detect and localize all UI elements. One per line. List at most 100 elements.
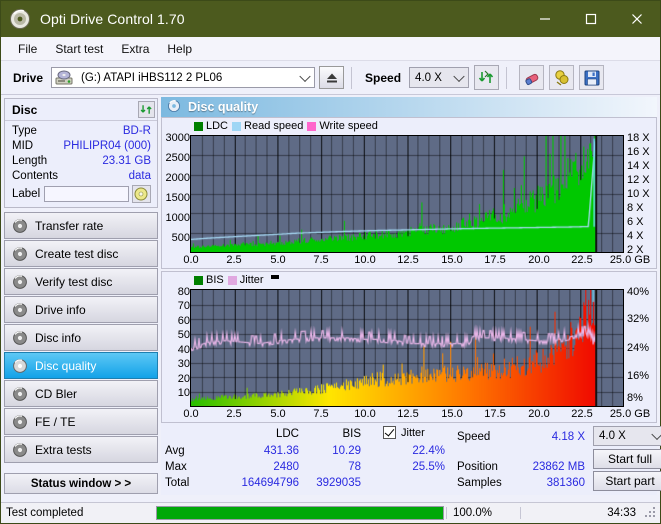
sidebar-item-drive-info[interactable]: Drive info xyxy=(4,296,158,323)
menu-file[interactable]: File xyxy=(9,39,46,59)
app-disc-icon xyxy=(9,8,31,30)
chart-bis-xtick-4: 10.0 xyxy=(354,408,376,420)
chart-bis-ytick-50: 50 xyxy=(177,329,190,341)
jitter-checkbox-wrap[interactable]: Jitter xyxy=(383,426,425,439)
content-area: Disc Type BD-R MID PHILIPR04 (000) Lengt… xyxy=(1,95,661,495)
chart-bis-xtick-3: 7.5 xyxy=(313,408,329,420)
chart-ldc-plot xyxy=(190,135,624,253)
sidebar-label: Create test disc xyxy=(35,246,119,261)
legend-write-speed: Write speed xyxy=(307,120,378,132)
stats-samples-value: 381360 xyxy=(546,477,585,489)
disc-value-mid: PHILIPR04 (000) xyxy=(63,139,151,152)
disc-icon xyxy=(12,330,28,346)
stats-row-key-total: Total xyxy=(165,477,190,489)
menu-start-test[interactable]: Start test xyxy=(46,39,112,59)
bulb-button[interactable] xyxy=(549,65,575,90)
disc-value-contents: data xyxy=(128,169,151,182)
disc-row-mid: MID PHILIPR04 (000) xyxy=(12,138,151,153)
stats-max-jitter: 25.5% xyxy=(412,461,445,473)
sidebar-item-transfer-rate[interactable]: Transfer rate xyxy=(4,212,158,239)
sidebar-label: Drive info xyxy=(35,302,86,317)
progress-bar xyxy=(156,506,444,520)
start-part-button[interactable]: Start part xyxy=(593,471,661,491)
disc-key-length: Length xyxy=(12,154,48,167)
status-window-button[interactable]: Status window > > xyxy=(4,473,158,494)
sidebar-item-cd-bler[interactable]: CD Bler xyxy=(4,380,158,407)
legend-marker-icon xyxy=(270,274,279,279)
maximize-button[interactable] xyxy=(568,1,614,37)
chart-ldc: LDC Read speed Write speed 3000 2500 200… xyxy=(161,117,657,269)
sidebar-item-disc-info[interactable]: Disc info xyxy=(4,324,158,351)
sidebar-label: FE / TE xyxy=(35,414,76,429)
chart-bis-xtick-7: 17.5 xyxy=(484,408,506,420)
sidebar-item-disc-quality[interactable]: Disc quality xyxy=(4,352,158,379)
chart-bis-y2tick-16: 16% xyxy=(627,370,650,382)
chart-ldc-y2tick-4x: 4 X xyxy=(627,230,644,242)
status-text: Test completed xyxy=(6,507,84,519)
sidebar-item-fe-te[interactable]: FE / TE xyxy=(4,408,158,435)
stats-max-ldc: 2480 xyxy=(273,461,299,473)
legend-bis: BIS xyxy=(194,274,224,286)
refresh-button[interactable] xyxy=(474,65,500,90)
stats-position-label: Position xyxy=(457,461,498,473)
eject-button[interactable] xyxy=(319,66,345,89)
disc-label-input[interactable] xyxy=(43,185,129,202)
disc-label-row: Label xyxy=(12,184,151,203)
disc-refresh-button[interactable] xyxy=(138,101,155,118)
stats-avg-ldc: 431.36 xyxy=(263,445,299,457)
chart-bis-xtick-0: 0.0 xyxy=(183,408,199,420)
disc-key-mid: MID xyxy=(12,139,34,152)
chart-bis-xtick-1: 2.5 xyxy=(226,408,242,420)
toolbar: Drive (G:) ATAPI iHBS112 2 PL06 Speed 4.… xyxy=(1,61,660,95)
sidebar-label: Disc quality xyxy=(35,358,97,373)
chart-ldc-ytick-1500: 1500 xyxy=(165,192,190,204)
sidebar-label: Verify test disc xyxy=(35,274,113,289)
close-button[interactable] xyxy=(614,1,660,37)
disc-key-contents: Contents xyxy=(12,169,59,182)
stats-speed-select[interactable]: 4.0 X xyxy=(593,426,661,446)
disc-label-disc-button[interactable] xyxy=(131,184,151,203)
chart-ldc-xtick-5: 12.5 xyxy=(397,254,419,266)
disc-value-type: BD-R xyxy=(122,124,151,137)
sidebar-item-extra-tests[interactable]: Extra tests xyxy=(4,436,158,463)
stats-total-bis: 3929035 xyxy=(316,477,361,489)
menu-help[interactable]: Help xyxy=(158,39,201,59)
chart-bis-plot xyxy=(190,289,624,407)
sidebar-item-create-test-disc[interactable]: Create test disc xyxy=(4,240,158,267)
sidebar-item-verify-test-disc[interactable]: Verify test disc xyxy=(4,268,158,295)
chart-bis-xtick-8: 20.0 xyxy=(528,408,550,420)
jitter-checkbox[interactable] xyxy=(383,426,396,439)
disc-icon xyxy=(12,218,28,234)
resize-grip[interactable] xyxy=(644,506,658,520)
eraser-button[interactable] xyxy=(519,65,545,90)
chart-bis-ytick-30: 30 xyxy=(177,358,190,370)
legend-swatch-ldc xyxy=(194,121,203,131)
minimize-button[interactable] xyxy=(522,1,568,37)
stats-header-bis: BIS xyxy=(342,428,361,440)
disc-icon xyxy=(167,99,181,116)
chart-ldc-legend: LDC Read speed Write speed xyxy=(194,120,378,132)
disc-key-type: Type xyxy=(12,124,37,137)
chart-ldc-xtick-1: 2.5 xyxy=(226,254,242,266)
save-button[interactable] xyxy=(579,65,605,90)
legend-read-speed: Read speed xyxy=(232,120,303,132)
stats-avg-bis: 10.29 xyxy=(332,445,361,457)
speed-value: 4.0 X xyxy=(415,71,442,84)
speed-select[interactable]: 4.0 X xyxy=(409,67,470,88)
stats-panel: LDC BIS Jitter Avg 431.36 10.29 22.4% Ma… xyxy=(161,423,661,495)
stats-row-key-avg: Avg xyxy=(165,445,185,457)
menu-extra[interactable]: Extra xyxy=(112,39,158,59)
stats-avg-jitter: 22.4% xyxy=(412,445,445,457)
disc-icon xyxy=(12,274,28,290)
legend-jitter: Jitter xyxy=(227,274,264,286)
toolbar-divider-2 xyxy=(506,66,508,89)
chart-ldc-xtick-2: 5.0 xyxy=(270,254,286,266)
stats-speed-label: Speed xyxy=(457,431,491,443)
sidebar: Disc Type BD-R MID PHILIPR04 (000) Lengt… xyxy=(1,95,161,495)
drive-value: (G:) ATAPI iHBS112 2 PL06 xyxy=(81,71,223,84)
legend-ldc: LDC xyxy=(194,120,228,132)
drive-select[interactable]: (G:) ATAPI iHBS112 2 PL06 xyxy=(51,67,316,88)
start-full-button[interactable]: Start full xyxy=(593,449,661,469)
chart-ldc-xtick-6: 15.0 xyxy=(441,254,463,266)
chart-ldc-y2tick-14x: 14 X xyxy=(627,160,650,172)
